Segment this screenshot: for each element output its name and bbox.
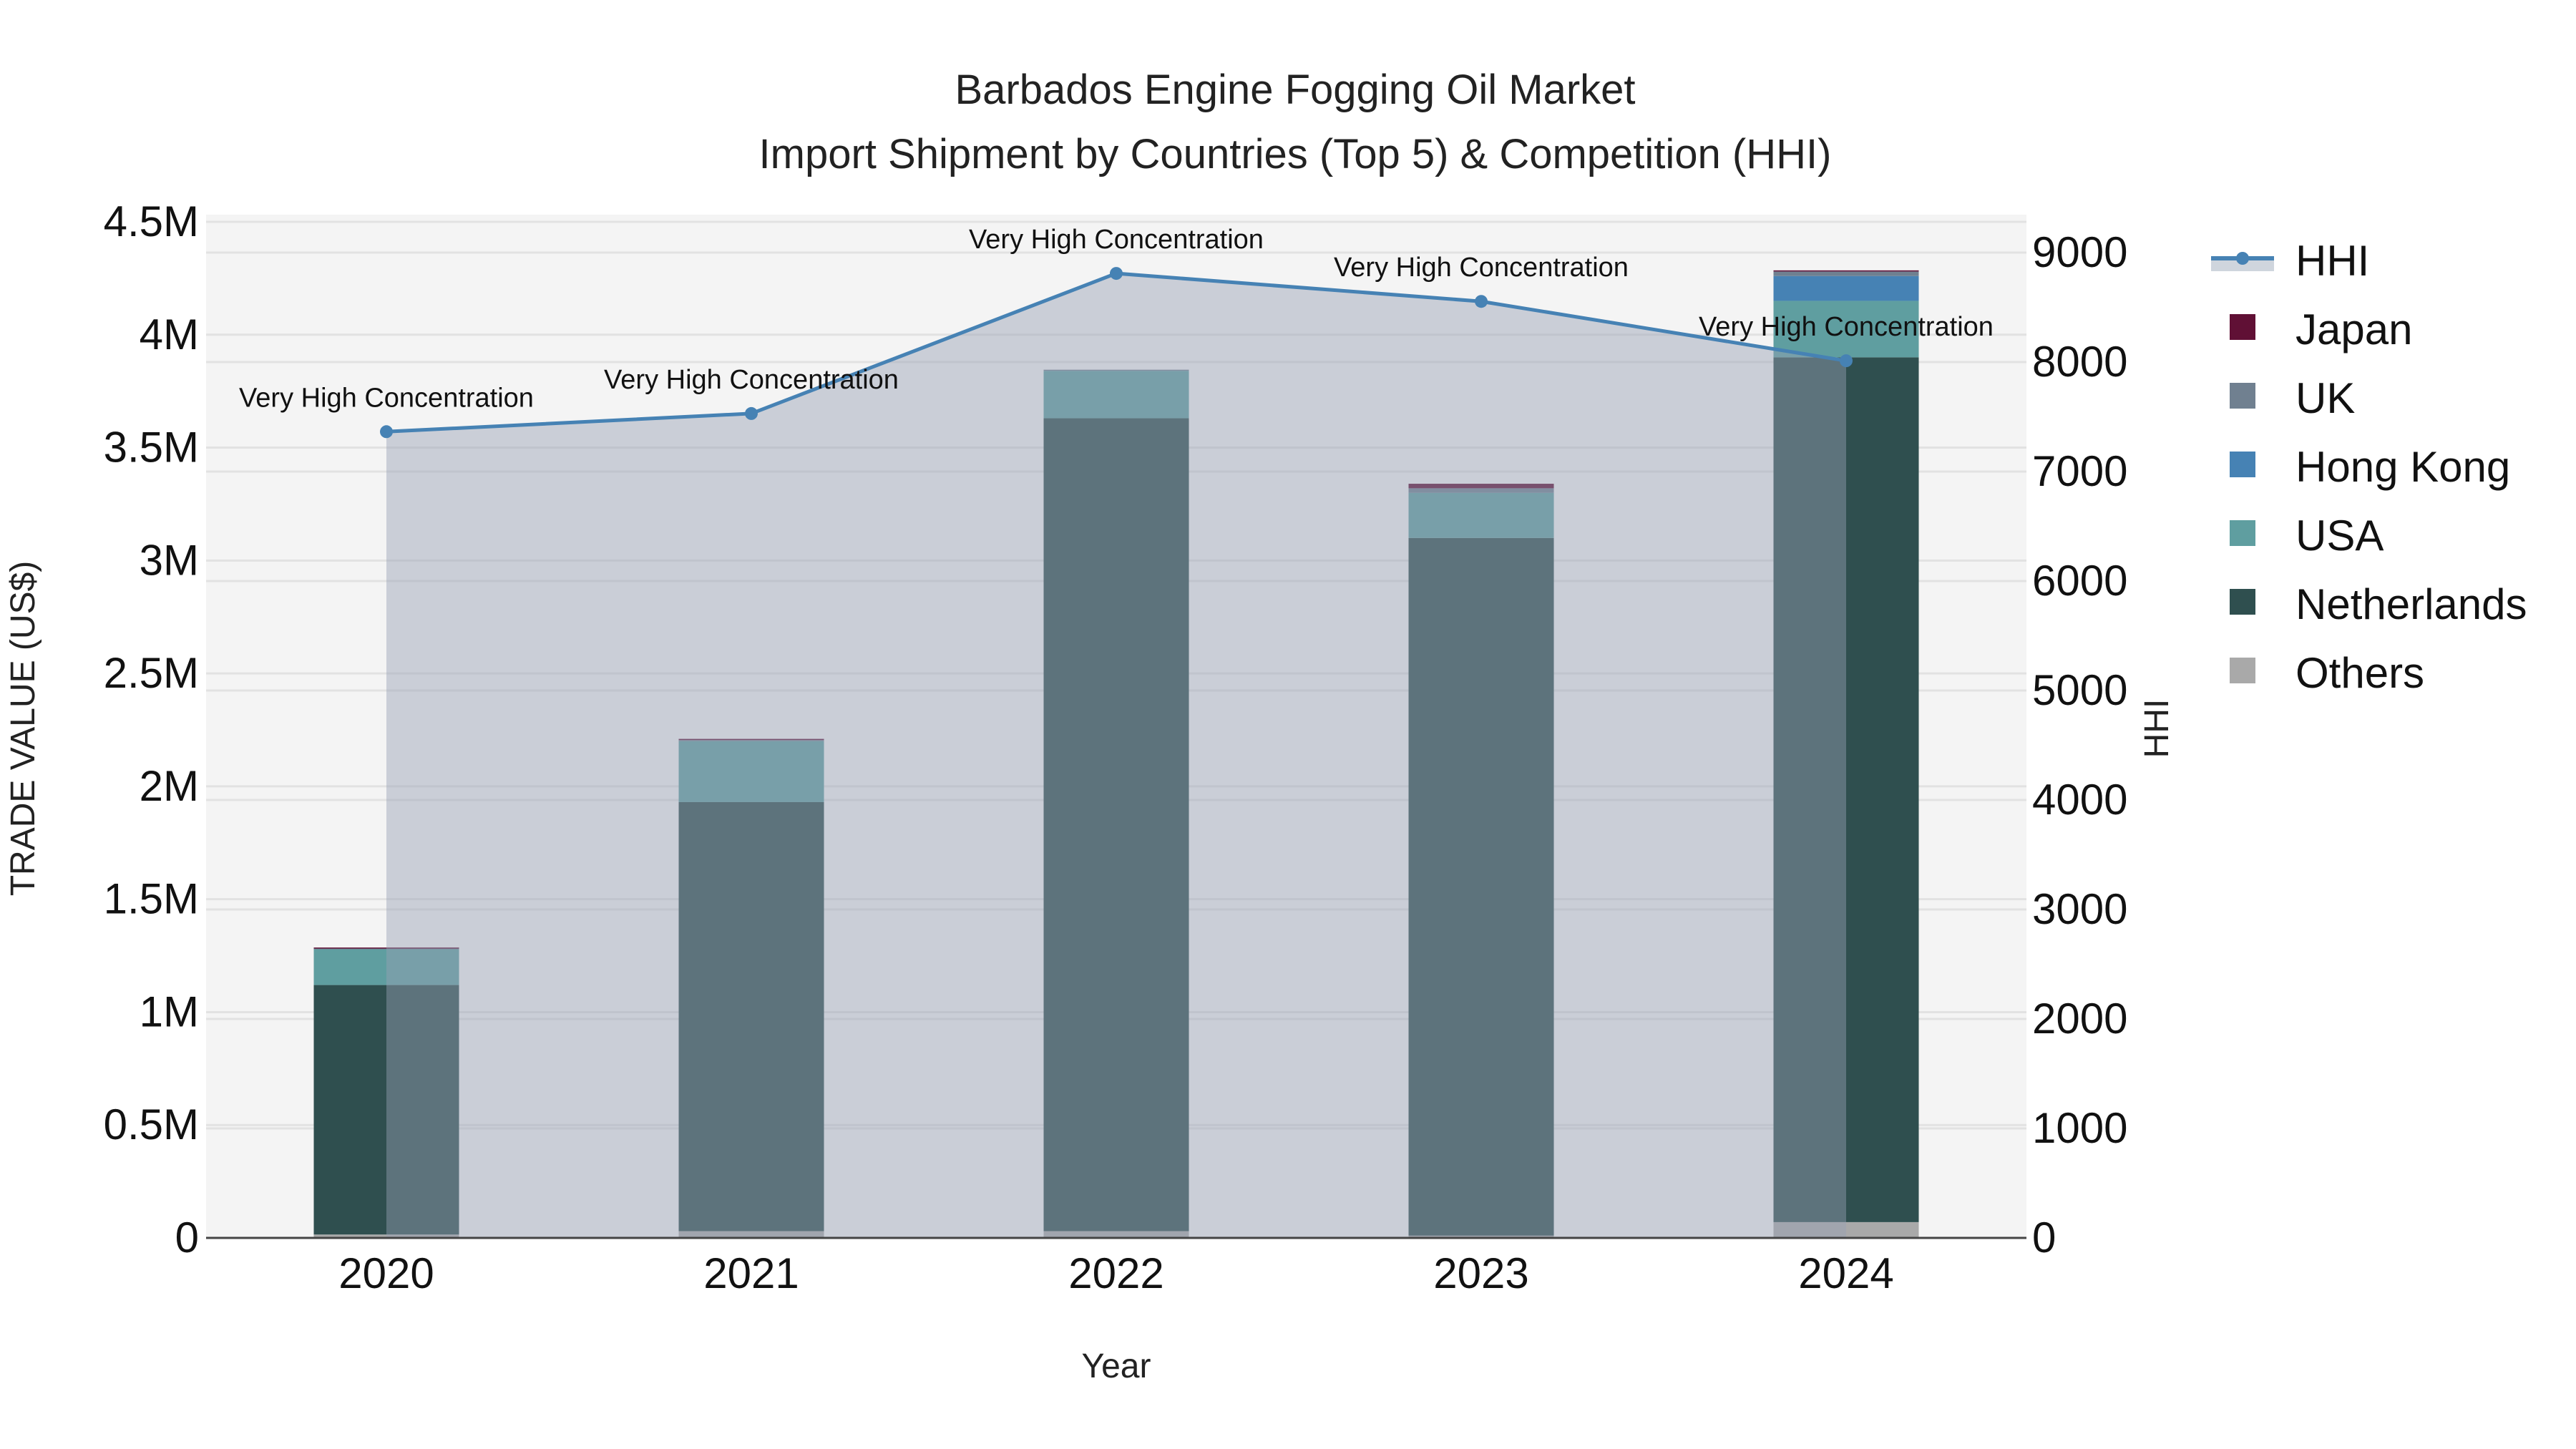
y-tick-label: 3M bbox=[140, 536, 199, 584]
legend-label: HHI bbox=[2296, 237, 2369, 285]
bar-hong-kong-2024 bbox=[1773, 275, 1919, 301]
hhi-annotation: Very High Concentration bbox=[969, 225, 1264, 255]
hhi-annotation: Very High Concentration bbox=[239, 383, 534, 413]
legend-label: Hong Kong bbox=[2296, 443, 2510, 491]
legend-label: Others bbox=[2296, 649, 2424, 697]
y-tick-label: 0.5M bbox=[104, 1101, 199, 1148]
y2-tick-label: 9000 bbox=[2032, 228, 2127, 276]
legend-label: UK bbox=[2296, 374, 2355, 422]
legend-label: Japan bbox=[2296, 306, 2412, 353]
legend-item-japan[interactable]: Japan bbox=[2230, 306, 2412, 353]
x-tick-label: 2023 bbox=[1433, 1249, 1528, 1297]
hhi-point-2023 bbox=[1475, 295, 1488, 308]
hhi-point-2022 bbox=[1110, 267, 1123, 280]
hhi-point-2024 bbox=[1840, 354, 1853, 368]
hhi-annotation: Very High Concentration bbox=[1334, 253, 1629, 283]
chart: Very High Concentration Very High Concent… bbox=[4, 67, 2527, 1385]
y2-tick-label: 0 bbox=[2032, 1214, 2056, 1262]
y2-tick-label: 7000 bbox=[2032, 447, 2127, 495]
legend: HHI Japan UK Hong Kong USA Netherlands Others bbox=[2211, 237, 2527, 697]
legend-swatch bbox=[2230, 589, 2255, 615]
legend-swatch bbox=[2230, 658, 2255, 683]
bar-uk-2024 bbox=[1773, 271, 1919, 276]
y-tick-label: 0 bbox=[175, 1214, 199, 1262]
y2-tick-label: 4000 bbox=[2032, 776, 2127, 824]
legend-item-hong-kong[interactable]: Hong Kong bbox=[2230, 443, 2510, 491]
legend-swatch-marker bbox=[2236, 252, 2249, 265]
x-tick-label: 2022 bbox=[1068, 1249, 1163, 1297]
hhi-point-2020 bbox=[380, 425, 393, 439]
hhi-annotation: Very High Concentration bbox=[604, 365, 899, 395]
legend-swatch bbox=[2230, 314, 2255, 340]
y2-axis-title: HHI bbox=[2138, 699, 2176, 758]
legend-swatch bbox=[2230, 383, 2255, 409]
y2-tick-label: 6000 bbox=[2032, 557, 2127, 605]
legend-label: Netherlands bbox=[2296, 580, 2527, 628]
x-axis-title: Year bbox=[1082, 1347, 1151, 1385]
legend-swatch bbox=[2230, 452, 2255, 477]
x-tick-label: 2020 bbox=[338, 1249, 434, 1297]
legend-item-others[interactable]: Others bbox=[2230, 649, 2424, 697]
y-tick-label: 3.5M bbox=[104, 424, 199, 472]
legend-label: USA bbox=[2296, 512, 2384, 560]
chart-subtitle: Import Shipment by Countries (Top 5) & C… bbox=[759, 131, 1832, 177]
hhi-annotation: Very High Concentration bbox=[1699, 312, 1994, 342]
y2-tick-label: 1000 bbox=[2032, 1104, 2127, 1152]
y2-tick-label: 3000 bbox=[2032, 885, 2127, 933]
y2-tick-label: 5000 bbox=[2032, 666, 2127, 714]
y-tick-label: 1.5M bbox=[104, 875, 199, 923]
legend-item-usa[interactable]: USA bbox=[2230, 512, 2384, 560]
chart-title: Barbados Engine Fogging Oil Market bbox=[955, 67, 1635, 113]
y-tick-label: 4M bbox=[140, 311, 199, 358]
x-tick-label: 2024 bbox=[1798, 1249, 1893, 1297]
legend-item-hhi[interactable]: HHI bbox=[2211, 237, 2369, 285]
hhi-point-2021 bbox=[745, 406, 758, 420]
legend-swatch bbox=[2230, 520, 2255, 546]
y2-tick-label: 8000 bbox=[2032, 338, 2127, 386]
x-tick-label: 2021 bbox=[703, 1249, 799, 1297]
y-tick-label: 2M bbox=[140, 762, 199, 810]
y-tick-label: 1M bbox=[140, 987, 199, 1035]
legend-item-uk[interactable]: UK bbox=[2230, 374, 2355, 422]
legend-item-netherlands[interactable]: Netherlands bbox=[2230, 580, 2527, 628]
y2-tick-label: 2000 bbox=[2032, 995, 2127, 1043]
y-axis-title: TRADE VALUE (US$) bbox=[4, 561, 42, 897]
y-tick-label: 2.5M bbox=[104, 649, 199, 697]
bar-japan-2024 bbox=[1773, 270, 1919, 272]
y-tick-label: 4.5M bbox=[104, 197, 199, 245]
